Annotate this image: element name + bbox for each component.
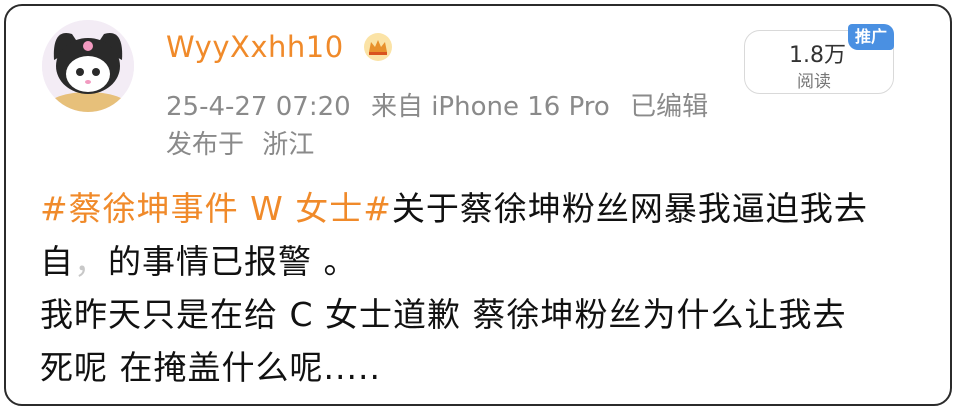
- post-meta: 25-4-27 07:20 来自 iPhone 16 Pro 已编辑: [166, 86, 720, 123]
- content-text: 的事情已报警 。: [108, 242, 358, 281]
- content-line-4: 死呢 在掩盖什么呢.....: [40, 348, 381, 387]
- content-line-2: 自，的事情已报警 。: [40, 235, 920, 288]
- user-avatar[interactable]: [42, 20, 134, 112]
- post-timestamp[interactable]: 25-4-27 07:20: [166, 92, 351, 122]
- redacted-mark: ，: [74, 242, 108, 281]
- post-content: #蔡徐坤事件 W 女士#关于蔡徐坤粉丝网暴我逼迫我去 自，的事情已报警 。 我昨…: [40, 182, 920, 394]
- kuromi-avatar-icon: [42, 20, 134, 112]
- post-source: 来自 iPhone 16 Pro: [370, 92, 610, 122]
- location-name: 浙江: [262, 130, 315, 160]
- weibo-post-card: WyyXxhh10 25-4-27 07:20 来自 iPhone 16 Pro…: [4, 4, 952, 406]
- content-line-3: 我昨天只是在给 C 女士道歉 蔡徐坤粉丝为什么让我去: [40, 295, 847, 334]
- content-line-1: #蔡徐坤事件 W 女士#关于蔡徐坤粉丝网暴我逼迫我去: [40, 182, 920, 235]
- post-location: 发布于 浙江: [166, 124, 324, 161]
- topic-link[interactable]: #蔡徐坤事件 W 女士#: [40, 189, 392, 228]
- read-label: 阅读: [797, 72, 831, 92]
- crown-icon: [364, 33, 392, 61]
- content-text: 关于蔡徐坤粉丝网暴我逼迫我去: [391, 189, 868, 228]
- read-count: 1.8万: [789, 43, 846, 68]
- username-link[interactable]: WyyXxhh10: [166, 30, 344, 64]
- location-prefix: 发布于: [166, 130, 245, 160]
- edited-label[interactable]: 已编辑: [630, 92, 708, 122]
- content-text: 自: [40, 242, 74, 281]
- promo-badge[interactable]: 推广: [848, 24, 894, 50]
